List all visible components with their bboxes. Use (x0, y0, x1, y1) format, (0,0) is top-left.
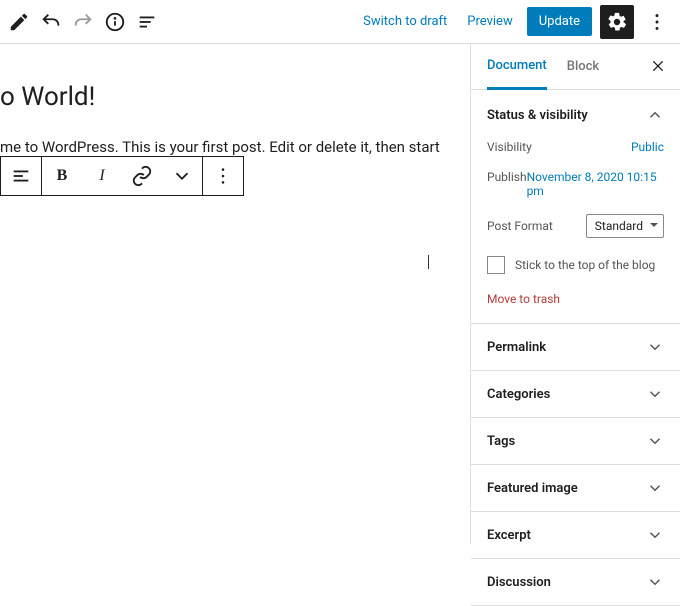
toolbar-right: Switch to draft Preview Update (357, 5, 672, 39)
settings-button[interactable] (600, 5, 634, 39)
panel-tags[interactable]: Tags (471, 418, 680, 465)
panel-permalink[interactable]: Permalink (471, 324, 680, 371)
panel-excerpt[interactable]: Excerpt (471, 512, 680, 559)
chevron-down-icon (646, 432, 664, 450)
chevron-down-icon (646, 338, 664, 356)
post-format-label: Post Format (487, 219, 553, 233)
chevron-down-icon (646, 479, 664, 497)
undo-icon[interactable] (36, 7, 66, 37)
visibility-label: Visibility (487, 140, 532, 154)
link-icon[interactable] (122, 157, 162, 195)
chevron-down-icon (646, 526, 664, 544)
sidebar-tabs: Document Block (471, 44, 680, 90)
panel-status-header[interactable]: Status & visibility (487, 106, 664, 124)
panel-discussion-title: Discussion (487, 575, 551, 590)
outline-icon[interactable] (132, 7, 162, 37)
text-caret (428, 255, 429, 269)
settings-sidebar: Document Block Status & visibility Visib… (470, 44, 680, 544)
stick-label: Stick to the top of the blog (515, 258, 655, 272)
toolbar-left (4, 7, 162, 37)
publish-value[interactable]: November 8, 2020 10:15 pm (527, 170, 664, 198)
panel-excerpt-title: Excerpt (487, 528, 531, 543)
close-icon[interactable] (650, 58, 666, 78)
redo-icon[interactable] (68, 7, 98, 37)
post-title[interactable]: o World! (0, 82, 470, 112)
panel-status: Status & visibility Visibility Public Pu… (471, 90, 680, 324)
panel-featured-image[interactable]: Featured image (471, 465, 680, 512)
panel-categories-title: Categories (487, 387, 550, 402)
move-to-trash-link[interactable]: Move to trash (487, 292, 560, 306)
preview-link[interactable]: Preview (461, 8, 518, 35)
top-toolbar: Switch to draft Preview Update (0, 0, 680, 44)
chevron-up-icon (646, 106, 664, 124)
visibility-value[interactable]: Public (631, 140, 664, 154)
panel-categories[interactable]: Categories (471, 371, 680, 418)
publish-label: Publish (487, 170, 527, 198)
align-icon[interactable] (1, 157, 41, 195)
editor-canvas[interactable]: o World! B I (0, 44, 470, 544)
post-format-select[interactable]: Standard (586, 214, 664, 238)
switch-to-draft-link[interactable]: Switch to draft (357, 8, 453, 35)
panel-featured-image-title: Featured image (487, 481, 578, 496)
panel-permalink-title: Permalink (487, 340, 546, 355)
info-icon[interactable] (100, 7, 130, 37)
italic-button[interactable]: I (82, 157, 122, 195)
chevron-down-icon (646, 573, 664, 591)
chevron-down-icon (646, 385, 664, 403)
panel-discussion[interactable]: Discussion (471, 559, 680, 606)
more-icon[interactable] (642, 7, 672, 37)
tab-block[interactable]: Block (567, 45, 599, 88)
tab-document[interactable]: Document (487, 44, 547, 90)
update-button[interactable]: Update (527, 7, 592, 36)
bold-button[interactable]: B (42, 157, 82, 195)
edit-icon[interactable] (4, 7, 34, 37)
panel-tags-title: Tags (487, 434, 515, 449)
stick-checkbox[interactable] (487, 256, 505, 274)
block-toolbar: B I (0, 156, 244, 196)
panel-status-title: Status & visibility (487, 108, 588, 123)
block-more-icon[interactable] (203, 157, 243, 195)
chevron-down-icon[interactable] (162, 157, 202, 195)
